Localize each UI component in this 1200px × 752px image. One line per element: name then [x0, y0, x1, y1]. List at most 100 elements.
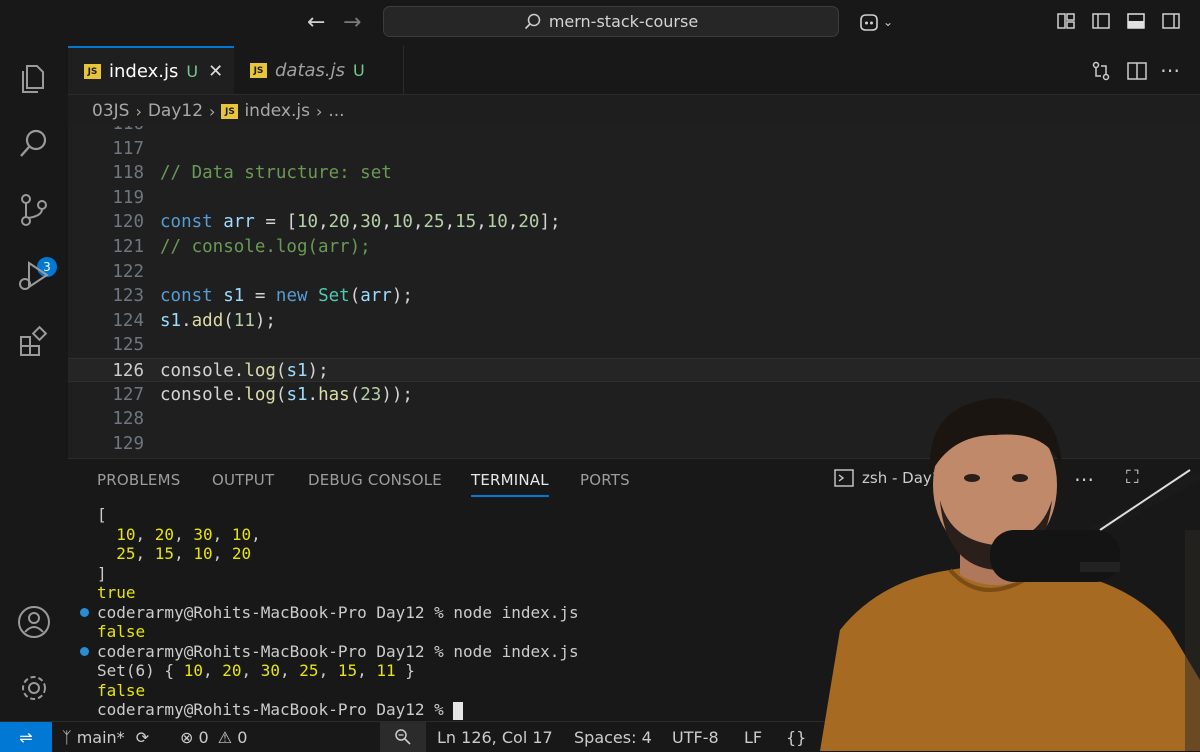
breadcrumb: 03JS › Day12 › JS index.js › ... — [92, 98, 345, 124]
chevron-right-icon: › — [315, 101, 323, 121]
line-number: 127 — [112, 384, 144, 405]
untracked-status: U — [353, 60, 365, 80]
activity-bar: 3 — [0, 46, 68, 721]
back-arrow-icon[interactable]: ← — [307, 10, 325, 35]
title-bar: ← → mern-stack-course ⌄ — [0, 0, 1200, 46]
breadcrumb-item[interactable]: index.js — [244, 101, 310, 121]
customize-layout-icon[interactable] — [1056, 11, 1076, 31]
javascript-file-icon: JS — [250, 62, 267, 78]
line-number: 117 — [112, 138, 144, 159]
chevron-right-icon: › — [209, 101, 216, 121]
account-icon[interactable] — [16, 604, 52, 640]
terminal-line: false — [97, 680, 146, 700]
more-actions-icon[interactable]: ⋯ — [1160, 58, 1180, 82]
split-editor-icon[interactable] — [1126, 60, 1148, 82]
compare-changes-icon[interactable] — [1090, 60, 1112, 82]
tab-label: datas.js — [275, 59, 346, 81]
breadcrumb-item[interactable]: ... — [328, 101, 344, 121]
search-icon[interactable] — [16, 126, 52, 162]
untracked-status: U — [186, 61, 199, 81]
tab-terminal[interactable]: TERMINAL — [471, 471, 549, 497]
breadcrumb-item[interactable]: 03JS — [92, 101, 129, 121]
warning-icon: ⚠ — [217, 728, 233, 747]
zoom-button[interactable] — [380, 722, 426, 752]
code-line[interactable]: 117 — [68, 137, 1200, 161]
code-text: console.log(s1); — [160, 361, 329, 381]
terminal-line: 25, 15, 10, 20 — [116, 544, 252, 563]
line-number: 122 — [112, 261, 144, 282]
breadcrumb-item[interactable]: Day12 — [148, 101, 203, 121]
chevron-right-icon: › — [135, 101, 142, 121]
code-text: const arr = [10,20,30,10,25,15,10,20]; — [160, 212, 561, 233]
command-status-dot[interactable] — [80, 646, 89, 656]
javascript-file-icon: JS — [84, 63, 101, 79]
branch-name: main* — [76, 728, 125, 747]
tab-ports[interactable]: PORTS — [580, 471, 630, 489]
code-text: s1.add(11); — [160, 310, 276, 331]
run-debug-icon[interactable] — [16, 258, 52, 294]
source-control-icon[interactable] — [16, 192, 52, 228]
terminal-line: coderarmy@Rohits-MacBook-Pro Day12 % nod… — [97, 602, 579, 622]
code-line[interactable]: 120 const arr = [10,20,30,10,25,15,10,20]… — [68, 210, 1200, 234]
command-status-dot[interactable] — [80, 607, 89, 617]
indentation[interactable]: Spaces: 4 — [574, 728, 652, 747]
tab-output[interactable]: OUTPUT — [212, 471, 274, 489]
branch-indicator[interactable]: ᛉ main* ⟳ — [62, 728, 149, 747]
git-branch-icon: ᛉ — [62, 728, 72, 747]
problems-indicator[interactable]: ⊗ 0 ⚠ 0 — [180, 728, 247, 747]
line-number: 119 — [112, 187, 144, 208]
tab-index-js[interactable]: JS index.js U ✕ — [68, 46, 234, 94]
error-icon: ⊗ — [180, 728, 194, 747]
forward-arrow-icon[interactable]: → — [343, 10, 361, 35]
code-line[interactable]: 119 — [68, 186, 1200, 210]
tab-datas-js[interactable]: JS datas.js U — [234, 46, 404, 94]
code-line[interactable]: 118 // Data structure: set — [68, 161, 1200, 185]
code-text: // console.log(arr); — [160, 237, 371, 257]
toggle-panel-icon[interactable] — [1126, 11, 1146, 31]
terminal-line: Set(6) { 10, 20, 30, 25, 15, 11 } — [97, 661, 415, 680]
copilot-icon — [860, 14, 878, 31]
search-icon — [524, 13, 541, 30]
zoom-icon — [395, 729, 411, 745]
line-number: 128 — [112, 409, 144, 430]
command-center-text: mern-stack-course — [548, 12, 699, 31]
terminal-line: coderarmy@Rohits-MacBook-Pro Day12 % — [97, 700, 464, 720]
line-number: 120 — [112, 212, 144, 233]
line-number: 121 — [112, 237, 144, 257]
remote-indicator-button[interactable]: ⇌ — [0, 722, 52, 752]
chevron-down-icon: ⌄ — [883, 15, 894, 29]
tab-debug-console[interactable]: DEBUG CONSOLE — [308, 471, 442, 489]
line-endings[interactable]: LF — [744, 728, 762, 747]
explorer-icon[interactable] — [16, 60, 52, 96]
copilot-button[interactable]: ⌄ — [858, 10, 898, 34]
toggle-primary-sidebar-icon[interactable] — [1091, 11, 1111, 31]
line-number: 123 — [112, 286, 144, 307]
extensions-icon[interactable] — [16, 324, 52, 360]
code-line[interactable]: 123 const s1 = new Set(arr); — [68, 284, 1200, 308]
terminal-line: ] — [97, 563, 107, 583]
cursor-position[interactable]: Ln 126, Col 17 — [437, 728, 553, 747]
terminal-cursor — [453, 701, 464, 720]
settings-gear-icon[interactable] — [16, 670, 52, 706]
presenter-illustration — [820, 398, 1200, 751]
code-text: // Data structure: set — [160, 163, 392, 184]
terminal-line: [ — [97, 505, 107, 524]
tab-problems[interactable]: PROBLEMS — [97, 471, 180, 489]
line-number: 124 — [112, 310, 144, 331]
code-line[interactable]: 124 s1.add(11); — [68, 309, 1200, 333]
code-line[interactable]: 116 — [68, 126, 1200, 136]
encoding[interactable]: UTF-8 — [672, 728, 719, 747]
code-line[interactable]: 125 — [68, 333, 1200, 357]
line-number: 126 — [112, 361, 144, 381]
remote-icon: ⇌ — [19, 727, 33, 747]
line-number: 116 — [84, 126, 144, 136]
code-line[interactable]: 126 console.log(s1); — [68, 358, 1200, 382]
close-icon[interactable]: ✕ — [208, 61, 223, 82]
command-center-search[interactable]: mern-stack-course — [383, 6, 839, 37]
editor-tabs: JS index.js U ✕ JS datas.js U — [68, 46, 1200, 95]
toggle-secondary-sidebar-icon[interactable] — [1161, 11, 1181, 31]
javascript-file-icon: JS — [221, 103, 239, 119]
error-count: 0 — [198, 728, 209, 747]
code-line[interactable]: 122 — [68, 260, 1200, 284]
code-line[interactable]: 121 // console.log(arr); — [68, 235, 1200, 259]
